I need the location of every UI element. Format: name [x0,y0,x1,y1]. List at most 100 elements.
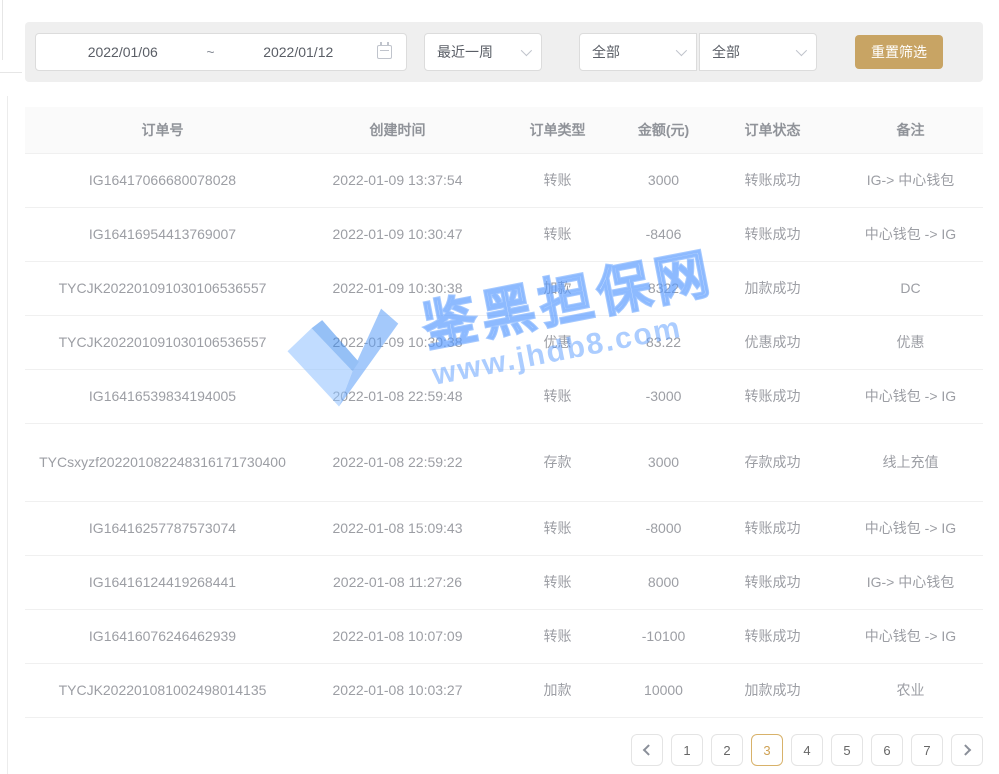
cell-amount: -8406 [620,207,707,261]
cell-remark: 中心钱包 -> IG [838,501,983,555]
prev-page-button[interactable] [631,734,663,766]
table-row: IG16416539834194005 2022-01-08 22:59:48 … [25,369,983,423]
cell-status: 转账成功 [707,555,838,609]
col-header-remark: 备注 [838,107,983,153]
cell-order-no: TYCJK202201091030106536557 [25,261,300,315]
date-range-picker[interactable]: 2022/01/06 ~ 2022/01/12 [35,33,407,71]
cell-type: 转账 [495,501,620,555]
cell-order-no: IG16416539834194005 [25,369,300,423]
page-edge-line [7,96,8,774]
cell-remark: 中心钱包 -> IG [838,369,983,423]
cell-status: 存款成功 [707,423,838,501]
cell-remark: 农业 [838,663,983,717]
quick-range-select[interactable]: 最近一周 [424,33,542,71]
cell-order-no: IG16416076246462939 [25,609,300,663]
cell-amount: -10100 [620,609,707,663]
page-edge-line [0,72,22,73]
cell-created-at: 2022-01-08 11:27:26 [300,555,495,609]
cell-type: 转账 [495,555,620,609]
order-list-page: { "filters": { "date_range": { "start": … [0,0,999,774]
chevron-left-icon [643,744,654,755]
cell-amount: 8000 [620,555,707,609]
orders-table: 订单号 创建时间 订单类型 金额(元) 订单状态 备注 IG1641706668… [25,107,983,718]
cell-remark: 中心钱包 -> IG [838,609,983,663]
cell-type: 加款 [495,261,620,315]
cell-created-at: 2022-01-08 22:59:22 [300,423,495,501]
col-header-amount: 金额(元) [620,107,707,153]
page-button-4[interactable]: 4 [791,734,823,766]
cell-status: 加款成功 [707,261,838,315]
end-date-input[interactable]: 2022/01/12 [226,44,372,60]
order-status-select[interactable]: 全部 [699,33,817,71]
chevron-down-icon [521,45,532,56]
page-button-5[interactable]: 5 [831,734,863,766]
cell-type: 优惠 [495,315,620,369]
quick-range-value: 最近一周 [437,42,493,62]
cell-status: 转账成功 [707,207,838,261]
cell-amount: 3000 [620,423,707,501]
chevron-down-icon [796,45,807,56]
page-button-2[interactable]: 2 [711,734,743,766]
table-row: TYCsxyzf202201082248316171730400 2022-01… [25,423,983,501]
cell-order-no: TYCsxyzf202201082248316171730400 [25,423,300,501]
page-button-7[interactable]: 7 [911,734,943,766]
cell-remark: 线上充值 [838,423,983,501]
cell-order-no: TYCJK202201091030106536557 [25,315,300,369]
table-row: TYCJK202201081002498014135 2022-01-08 10… [25,663,983,717]
cell-status: 转账成功 [707,369,838,423]
table-row: TYCJK202201091030106536557 2022-01-09 10… [25,261,983,315]
table-row: IG16416257787573074 2022-01-08 15:09:43 … [25,501,983,555]
table-row: IG16417066680078028 2022-01-09 13:37:54 … [25,153,983,207]
cell-type: 转账 [495,369,620,423]
pagination: 1 2 3 4 5 6 7 [631,734,983,766]
cell-amount: 8322 [620,261,707,315]
calendar-icon [377,45,392,59]
order-status-value: 全部 [712,42,740,62]
cell-remark: DC [838,261,983,315]
cell-type: 转账 [495,609,620,663]
cell-amount: -8000 [620,501,707,555]
cell-remark: IG-> 中心钱包 [838,153,983,207]
cell-status: 加款成功 [707,663,838,717]
next-page-button[interactable] [951,734,983,766]
cell-order-no: TYCJK202201081002498014135 [25,663,300,717]
cell-order-no: IG16416257787573074 [25,501,300,555]
cell-order-no: IG16417066680078028 [25,153,300,207]
cell-type: 转账 [495,153,620,207]
col-header-status: 订单状态 [707,107,838,153]
col-header-order-no: 订单号 [25,107,300,153]
cell-remark: IG-> 中心钱包 [838,555,983,609]
cell-amount: -3000 [620,369,707,423]
cell-status: 转账成功 [707,153,838,207]
page-button-1[interactable]: 1 [671,734,703,766]
start-date-input[interactable]: 2022/01/06 [50,44,196,60]
col-header-type: 订单类型 [495,107,620,153]
cell-created-at: 2022-01-08 10:07:09 [300,609,495,663]
reset-filters-button[interactable]: 重置筛选 [855,35,943,69]
order-type-select[interactable]: 全部 [579,33,697,71]
filter-bar: 2022/01/06 ~ 2022/01/12 最近一周 全部 全部 重置筛选 [25,22,983,82]
page-edge-line [2,0,3,60]
chevron-down-icon [676,45,687,56]
cell-created-at: 2022-01-08 22:59:48 [300,369,495,423]
cell-order-no: IG16416954413769007 [25,207,300,261]
table-header: 订单号 创建时间 订单类型 金额(元) 订单状态 备注 [25,107,983,153]
cell-remark: 中心钱包 -> IG [838,207,983,261]
cell-created-at: 2022-01-09 13:37:54 [300,153,495,207]
page-button-3-active[interactable]: 3 [751,734,783,766]
cell-status: 转账成功 [707,609,838,663]
cell-order-no: IG16416124419268441 [25,555,300,609]
cell-type: 存款 [495,423,620,501]
table-row: IG16416954413769007 2022-01-09 10:30:47 … [25,207,983,261]
cell-type: 加款 [495,663,620,717]
cell-amount: 10000 [620,663,707,717]
chevron-right-icon [960,744,971,755]
cell-created-at: 2022-01-09 10:30:38 [300,261,495,315]
cell-created-at: 2022-01-09 10:30:38 [300,315,495,369]
cell-created-at: 2022-01-09 10:30:47 [300,207,495,261]
page-button-6[interactable]: 6 [871,734,903,766]
cell-created-at: 2022-01-08 10:03:27 [300,663,495,717]
table-row: TYCJK202201091030106536557 2022-01-09 10… [25,315,983,369]
table-row: IG16416124419268441 2022-01-08 11:27:26 … [25,555,983,609]
date-range-separator: ~ [196,44,226,60]
